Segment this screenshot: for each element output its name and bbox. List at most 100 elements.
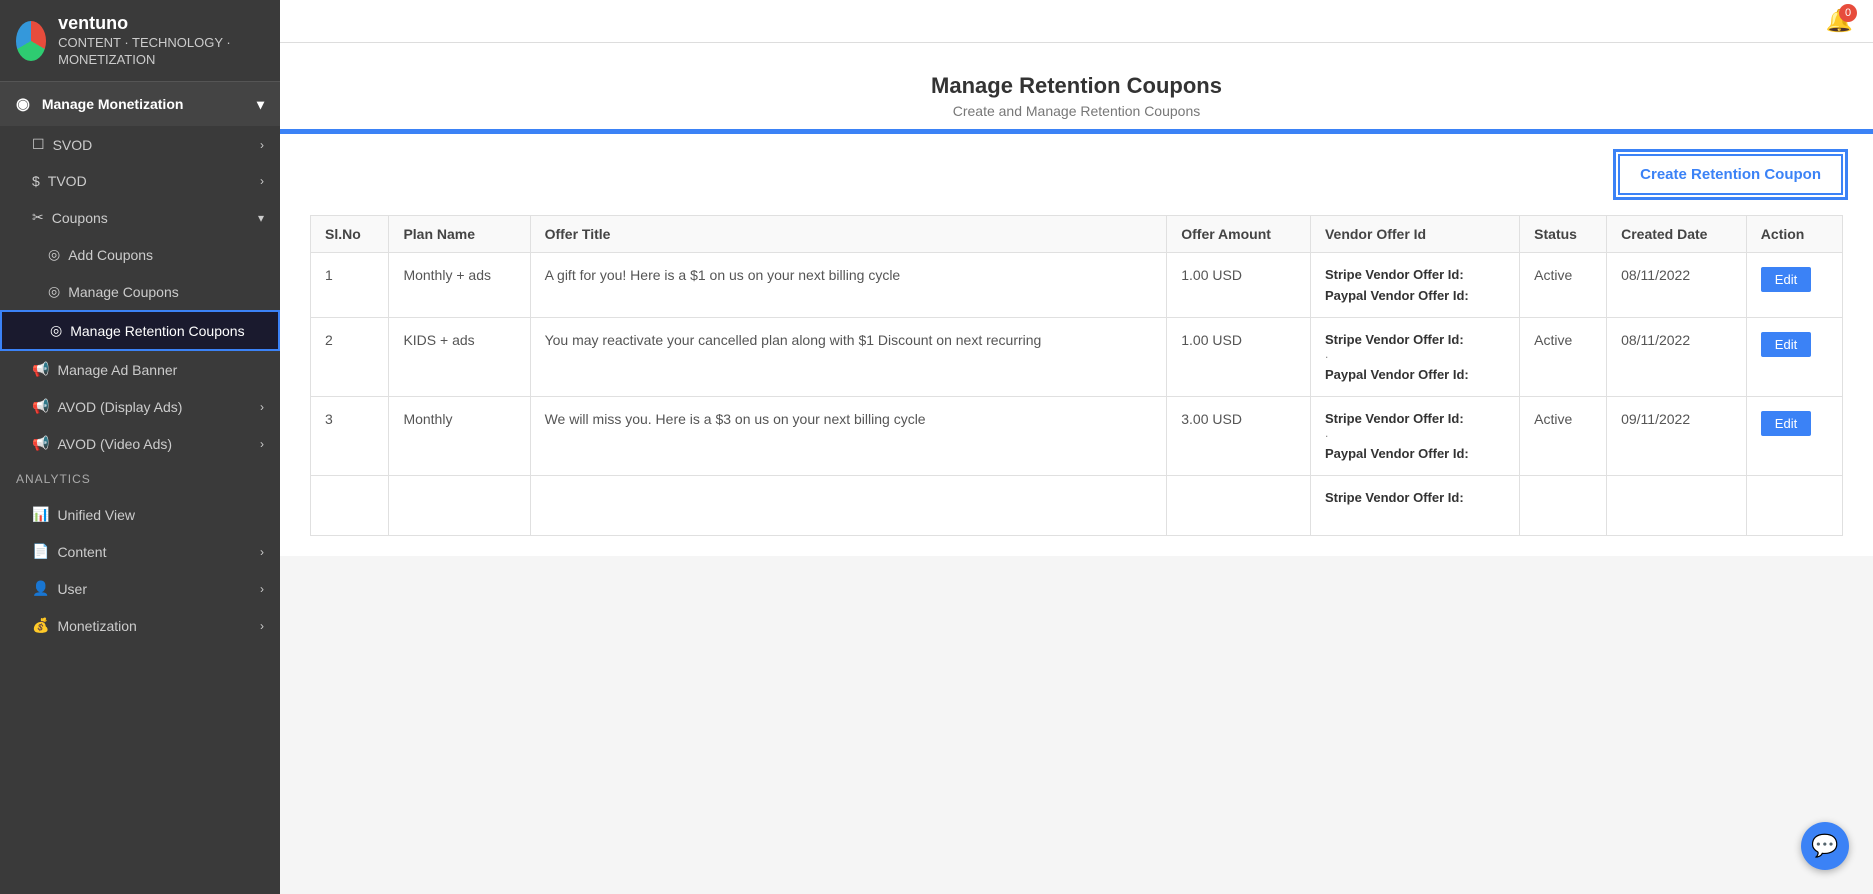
col-header-offer-amount: Offer Amount	[1167, 216, 1311, 253]
sidebar-item-user[interactable]: 👤 User ›	[0, 570, 280, 607]
monetization-icon: 💰	[32, 617, 49, 634]
coupon-icon: ✂	[32, 209, 44, 226]
cell-slno	[311, 476, 389, 536]
chat-icon: 💬	[1811, 833, 1838, 859]
chevron-down-icon: ▾	[257, 96, 264, 113]
page-subtitle: Create and Manage Retention Coupons	[300, 103, 1853, 119]
display-icon: 📢	[32, 398, 49, 415]
coupons-table: Sl.No Plan Name Offer Title Offer Amount…	[310, 215, 1843, 536]
cell-offer-amount: 3.00 USD	[1167, 397, 1311, 476]
col-header-offer-title: Offer Title	[530, 216, 1167, 253]
sidebar-item-manage-coupons[interactable]: ◎ Manage Coupons	[0, 273, 280, 310]
create-retention-coupon-button[interactable]: Create Retention Coupon	[1618, 154, 1843, 195]
arrow-icon: ›	[260, 138, 264, 152]
cell-vendor-offer-id: Stripe Vendor Offer Id: . Paypal Vendor …	[1310, 397, 1519, 476]
cell-offer-title: A gift for you! Here is a $1 on us on yo…	[530, 253, 1167, 318]
circle-icon: ◎	[48, 246, 60, 263]
table-row: 2 KIDS + ads You may reactivate your can…	[311, 318, 1843, 397]
cell-created-date	[1607, 476, 1747, 536]
sidebar-item-manage-retention-coupons[interactable]: ◎ Manage Retention Coupons	[0, 310, 280, 351]
cell-offer-title	[530, 476, 1167, 536]
cell-vendor-offer-id: Stripe Vendor Offer Id: . Paypal Vendor …	[1310, 318, 1519, 397]
col-header-action: Action	[1746, 216, 1842, 253]
cell-offer-amount: 1.00 USD	[1167, 253, 1311, 318]
cell-offer-amount: 1.00 USD	[1167, 318, 1311, 397]
page-title: Manage Retention Coupons	[300, 73, 1853, 99]
circle-icon: ◎	[48, 283, 60, 300]
arrow-icon: ›	[260, 174, 264, 188]
cell-plan-name	[389, 476, 530, 536]
cell-slno: 2	[311, 318, 389, 397]
cell-plan-name: KIDS + ads	[389, 318, 530, 397]
cell-action: Edit	[1746, 397, 1842, 476]
arrow-icon: ›	[260, 400, 264, 414]
cell-action	[1746, 476, 1842, 536]
cell-status	[1520, 476, 1607, 536]
chat-support-button[interactable]: 💬	[1801, 822, 1849, 870]
edit-button-row0[interactable]: Edit	[1761, 267, 1811, 292]
sidebar-section-manage-monetization[interactable]: ◉ Manage Monetization ▾	[0, 82, 280, 126]
col-header-vendor-offer-id: Vendor Offer Id	[1310, 216, 1519, 253]
sidebar-item-monetization[interactable]: 💰 Monetization ›	[0, 607, 280, 644]
edit-button-row2[interactable]: Edit	[1761, 411, 1811, 436]
logo-icon	[16, 21, 46, 61]
main-area: 🔔 0 Manage Retention Coupons Create and …	[280, 0, 1873, 894]
cell-offer-title: You may reactivate your cancelled plan a…	[530, 318, 1167, 397]
logo-area: ventuno CONTENT · TECHNOLOGY · MONETIZAT…	[0, 0, 280, 82]
sidebar-item-avod-display[interactable]: 📢 AVOD (Display Ads) ›	[0, 388, 280, 425]
video-icon: 📢	[32, 435, 49, 452]
col-header-created-date: Created Date	[1607, 216, 1747, 253]
cell-action: Edit	[1746, 253, 1842, 318]
cell-status: Active	[1520, 397, 1607, 476]
cell-status: Active	[1520, 318, 1607, 397]
sidebar-item-manage-ad-banner[interactable]: 📢 Manage Ad Banner	[0, 351, 280, 388]
sidebar-item-unified-view[interactable]: 📊 Unified View	[0, 496, 280, 533]
content-icon: 📄	[32, 543, 49, 560]
banner-icon: 📢	[32, 361, 49, 378]
sidebar-item-tvod[interactable]: $ TVOD ›	[0, 163, 280, 199]
user-icon: 👤	[32, 580, 49, 597]
col-header-slno: Sl.No	[311, 216, 389, 253]
table-row: 3 Monthly We will miss you. Here is a $3…	[311, 397, 1843, 476]
dollar-icon: $	[32, 173, 40, 189]
sidebar-item-svod[interactable]: ☐ SVOD ›	[0, 126, 280, 163]
cell-status: Active	[1520, 253, 1607, 318]
logo-text: ventuno CONTENT · TECHNOLOGY · MONETIZAT…	[58, 12, 264, 69]
cell-action: Edit	[1746, 318, 1842, 397]
sidebar-item-avod-video[interactable]: 📢 AVOD (Video Ads) ›	[0, 425, 280, 462]
col-header-plan-name: Plan Name	[389, 216, 530, 253]
cell-offer-title: We will miss you. Here is a $3 on us on …	[530, 397, 1167, 476]
sidebar-item-content[interactable]: 📄 Content ›	[0, 533, 280, 570]
cell-vendor-offer-id: Stripe Vendor Offer Id:	[1310, 476, 1519, 536]
chart-icon: 📊	[32, 506, 49, 523]
chevron-down-icon: ▾	[258, 211, 264, 225]
cell-offer-amount	[1167, 476, 1311, 536]
content-area: Manage Retention Coupons Create and Mana…	[280, 43, 1873, 894]
cell-created-date: 08/11/2022	[1607, 253, 1747, 318]
analytics-label: ANALYTICS	[0, 462, 280, 496]
svod-icon: ☐	[32, 136, 45, 153]
cell-vendor-offer-id: Stripe Vendor Offer Id: Paypal Vendor Of…	[1310, 253, 1519, 318]
notification-badge: 0	[1839, 4, 1857, 22]
cell-plan-name: Monthly + ads	[389, 253, 530, 318]
cell-plan-name: Monthly	[389, 397, 530, 476]
cell-slno: 1	[311, 253, 389, 318]
cell-created-date: 09/11/2022	[1607, 397, 1747, 476]
notification-button[interactable]: 🔔 0	[1826, 8, 1853, 34]
edit-button-row1[interactable]: Edit	[1761, 332, 1811, 357]
arrow-icon: ›	[260, 619, 264, 633]
arrow-icon: ›	[260, 437, 264, 451]
sidebar: ventuno CONTENT · TECHNOLOGY · MONETIZAT…	[0, 0, 280, 894]
create-btn-row: Create Retention Coupon	[310, 154, 1843, 195]
topbar: 🔔 0	[280, 0, 1873, 43]
arrow-icon: ›	[260, 545, 264, 559]
table-row: 1 Monthly + ads A gift for you! Here is …	[311, 253, 1843, 318]
sidebar-item-add-coupons[interactable]: ◎ Add Coupons	[0, 236, 280, 273]
col-header-status: Status	[1520, 216, 1607, 253]
content-box: Create Retention Coupon Sl.No Plan Name …	[280, 134, 1873, 556]
sidebar-item-coupons[interactable]: ✂ Coupons ▾	[0, 199, 280, 236]
arrow-icon: ›	[260, 582, 264, 596]
table-row: Stripe Vendor Offer Id:	[311, 476, 1843, 536]
cell-created-date: 08/11/2022	[1607, 318, 1747, 397]
circle-icon: ◎	[50, 322, 62, 339]
